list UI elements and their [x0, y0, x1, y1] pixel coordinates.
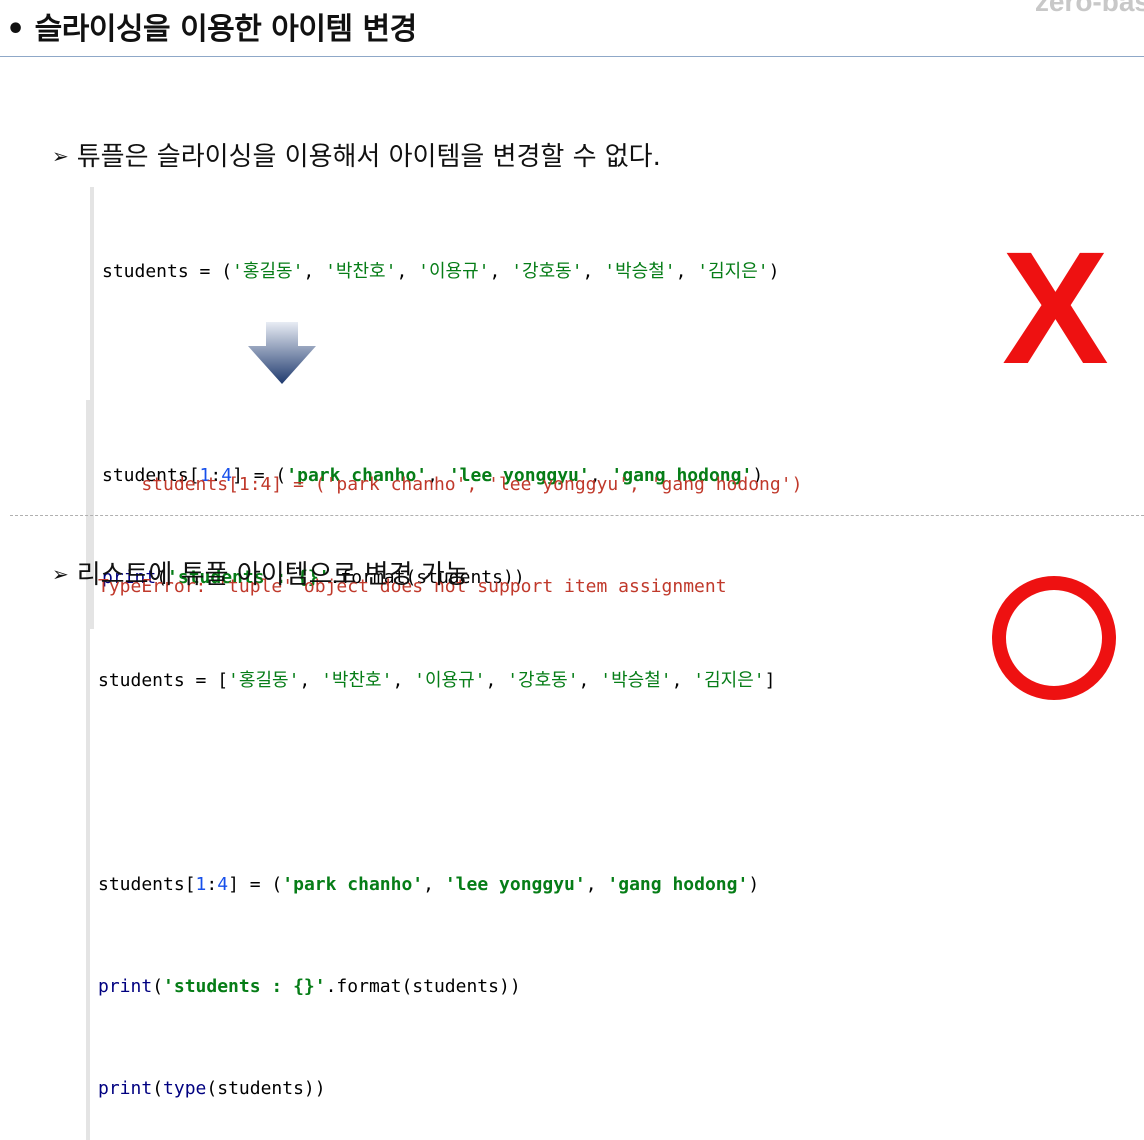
title-divider	[0, 56, 1144, 57]
page-title: • 슬라이싱을 이용한 아이템 변경	[6, 12, 417, 47]
bullet-arrow-icon: ➢	[52, 144, 69, 168]
code-line: print(type(students))	[98, 1078, 326, 1099]
circle-mark-icon	[992, 576, 1116, 700]
down-arrow-icon	[248, 322, 316, 384]
bullet-arrow-icon: ➢	[52, 562, 69, 586]
code-line: students[1:4] = ('park chanho', 'lee yon…	[98, 874, 760, 895]
bullet-list: ➢ 리스트에 튜플 아이템으로 변경 가능	[52, 554, 469, 591]
bullet-tuple: ➢ 튜플은 슬라이싱을 이용해서 아이템을 변경할 수 없다.	[52, 136, 661, 173]
bullet-tuple-text: 튜플은 슬라이싱을 이용해서 아이템을 변경할 수 없다.	[76, 142, 661, 172]
bullet-list-text: 리스트에 튜플 아이템으로 변경 가능	[76, 560, 469, 590]
section-divider	[10, 515, 1144, 516]
error-line: students[1:4] = ('park chanho', 'lee yon…	[98, 474, 803, 495]
code-line: students = ('홍길동', '박찬호', '이용규', '강호동', …	[102, 261, 780, 282]
brand-logo: zero-bas	[1034, 0, 1144, 17]
code-line: print('students : {}'.format(students))	[98, 976, 521, 997]
code-line: students = ['홍길동', '박찬호', '이용규', '강호동', …	[98, 670, 776, 691]
x-mark-icon: X	[1002, 218, 1109, 397]
list-code-block: students = ['홍길동', '박찬호', '이용규', '강호동', …	[86, 596, 775, 1140]
